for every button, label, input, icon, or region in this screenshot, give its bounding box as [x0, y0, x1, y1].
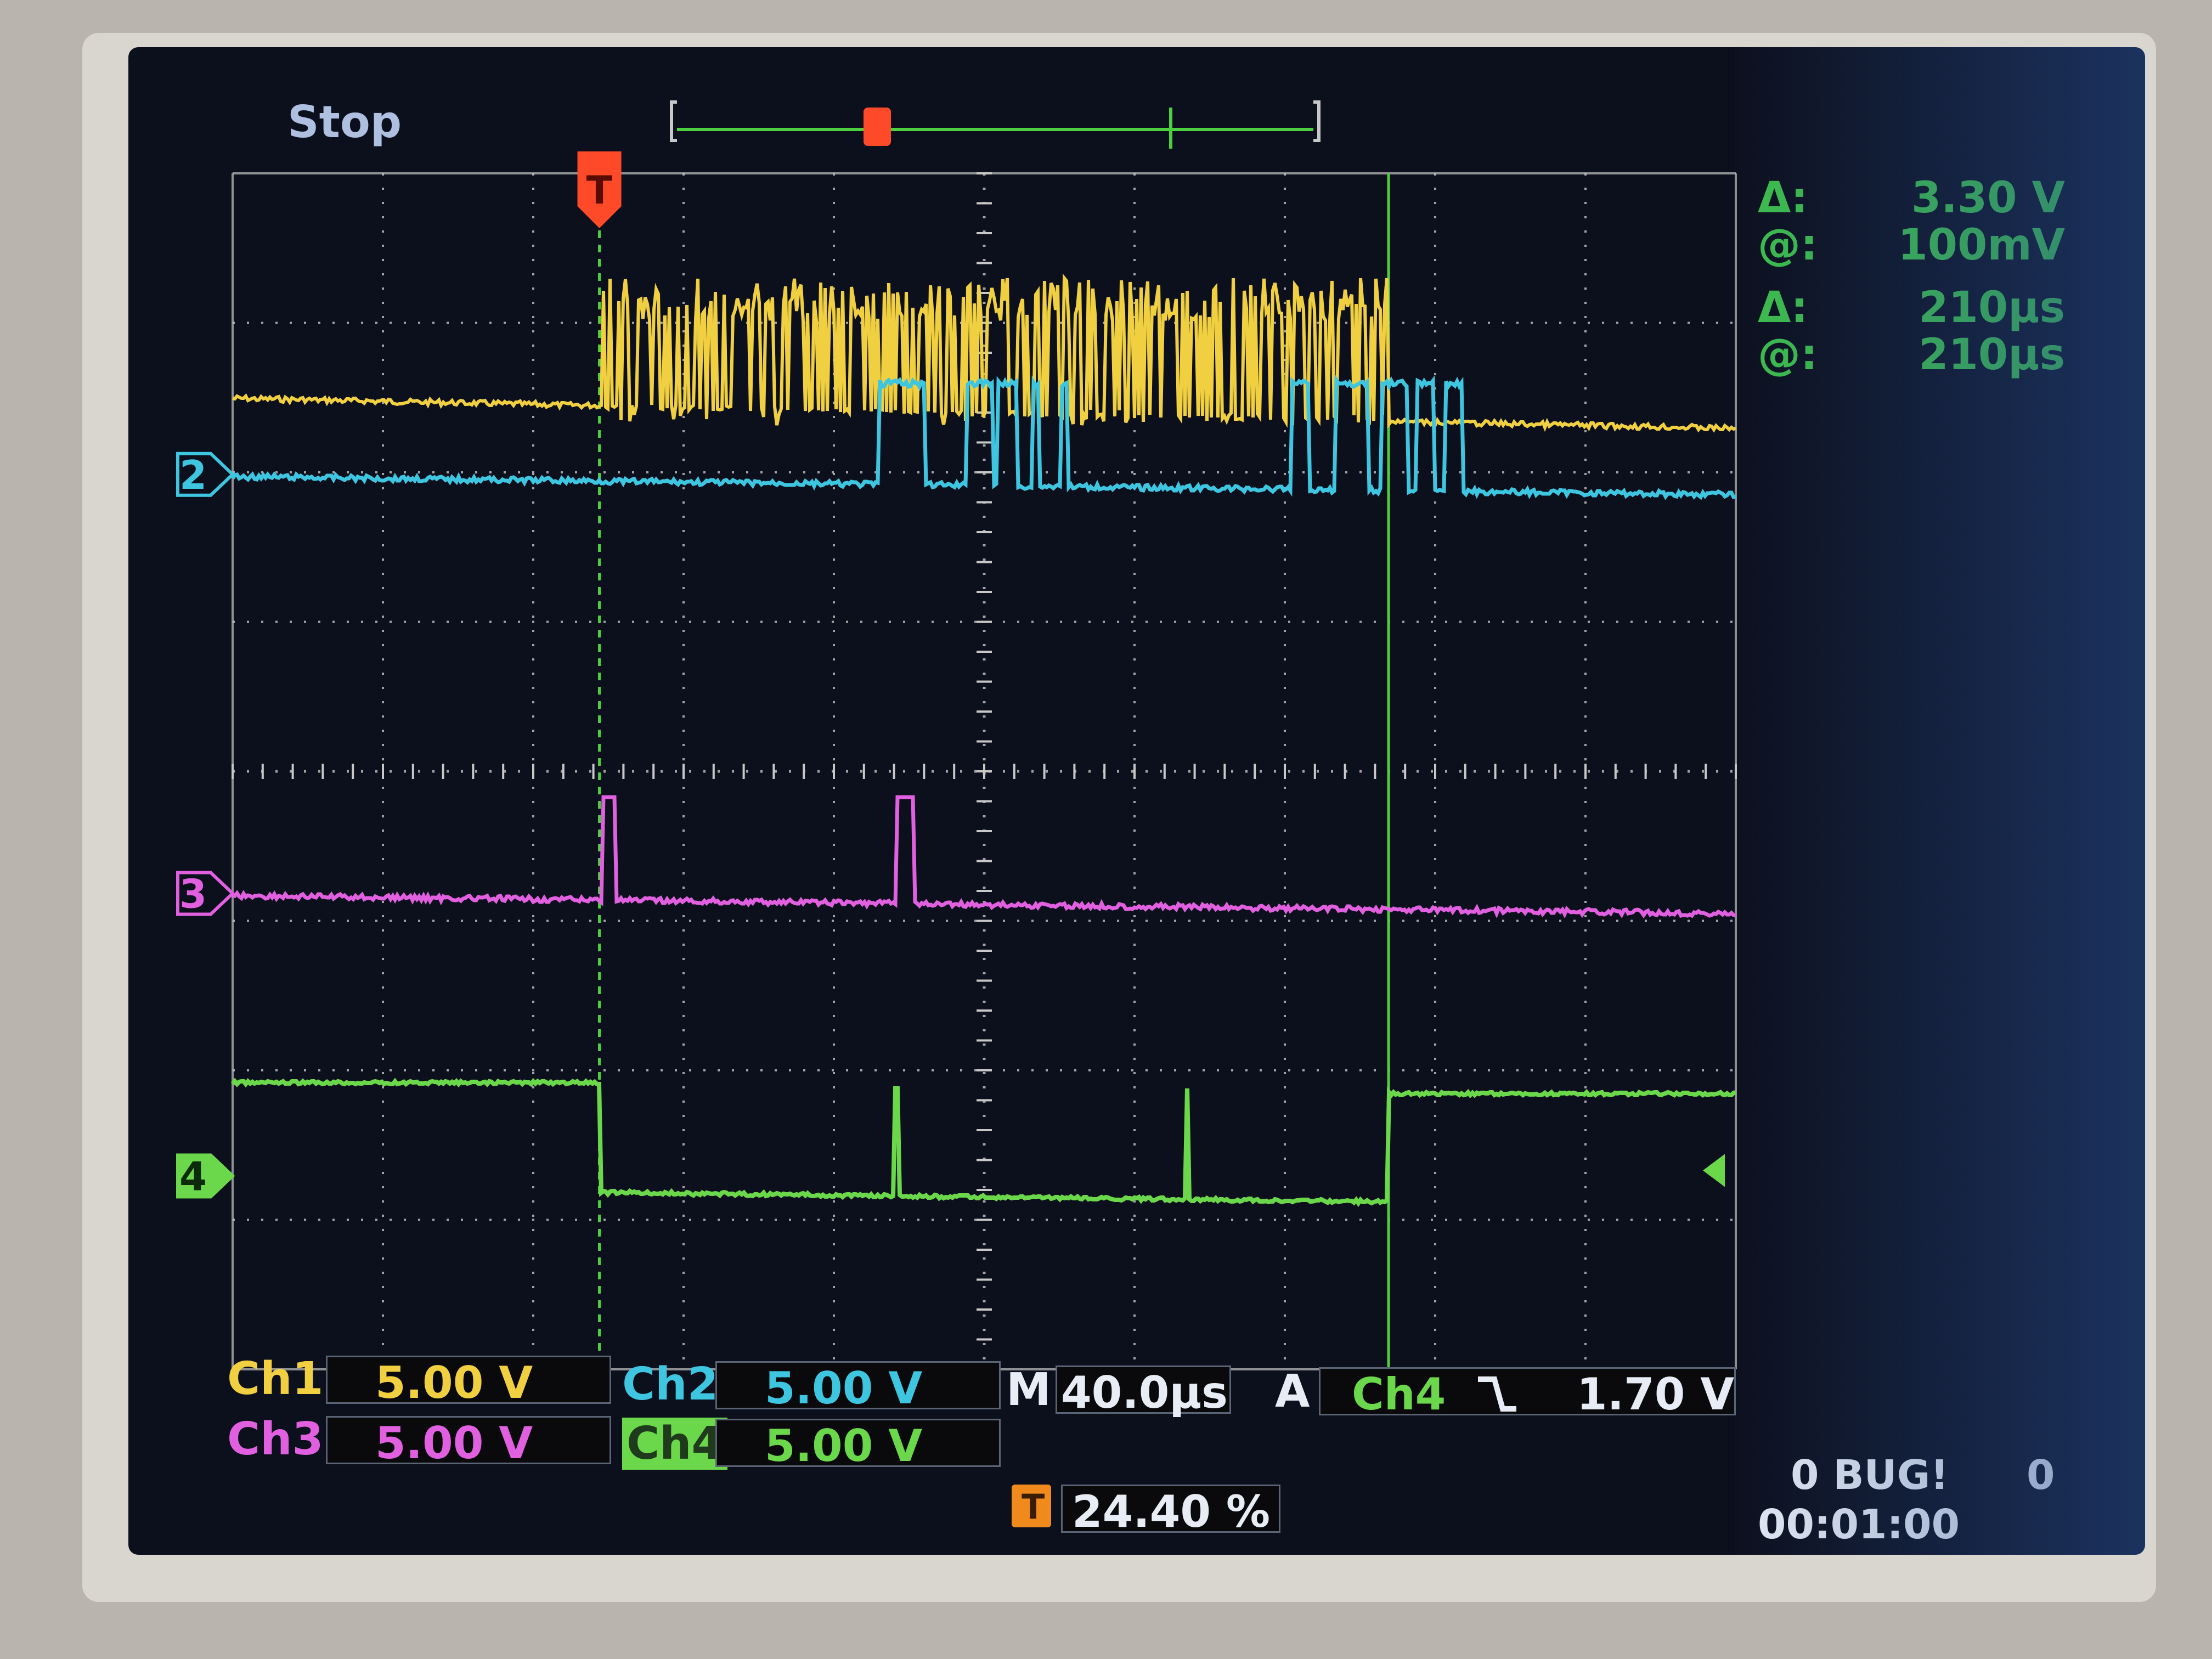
- delta-symbol: Δ:: [1758, 173, 1808, 223]
- oscilloscope-screen: Stop T234 Δ: 3.30 V @: 100mV Δ: 210µs @:…: [128, 47, 2145, 1555]
- counter-value: 0: [2027, 1452, 2055, 1499]
- ch2-label[interactable]: Ch2: [622, 1358, 719, 1410]
- falling-edge-icon: [1478, 1376, 1516, 1412]
- at-symbol: @:: [1758, 330, 1818, 380]
- at-symbol: @:: [1758, 221, 1818, 270]
- readout-row: @: 100mV: [1758, 221, 2065, 270]
- readout-row: Δ: 3.30 V: [1758, 173, 2065, 223]
- ch2-scale: 5.00 V: [765, 1363, 923, 1414]
- trigger-level-arrow: [1703, 1154, 1725, 1187]
- record-bar-trigger-icon: [864, 108, 891, 146]
- counter-label: 0 BUG!: [1791, 1452, 1949, 1499]
- timebase-label: M: [1006, 1364, 1051, 1416]
- at-voltage: 100mV: [1898, 221, 2065, 270]
- readout-row: Δ: 210µs: [1758, 283, 2065, 332]
- channel-marker-label: 4: [179, 1154, 207, 1200]
- readout-row: @: 210µs: [1758, 330, 2065, 380]
- ch3-scale: 5.00 V: [375, 1418, 533, 1469]
- ch3-trace: [232, 795, 1736, 919]
- ch3-label[interactable]: Ch3: [227, 1413, 324, 1465]
- trigger-position-value: 24.40 %: [1072, 1486, 1271, 1537]
- delta-symbol: Δ:: [1758, 283, 1808, 332]
- channel-marker-label: 3: [179, 871, 207, 917]
- ch1-scale: 5.00 V: [375, 1357, 533, 1408]
- trigger-position-icon: T: [1012, 1485, 1051, 1527]
- timebase-value[interactable]: 40.0µs: [1061, 1367, 1228, 1418]
- graticule: [232, 172, 1737, 1370]
- trigger-marker-label: T: [586, 168, 613, 213]
- channel-marker-label: 2: [179, 452, 207, 498]
- ch4-label[interactable]: Ch4: [622, 1418, 727, 1470]
- trigger-source[interactable]: Ch4: [1352, 1369, 1446, 1420]
- trigger-mode-label: A: [1275, 1365, 1310, 1418]
- delta-voltage: 3.30 V: [1911, 173, 2065, 223]
- record-bar-left-bracket: [670, 100, 677, 142]
- record-position-bar[interactable]: [670, 100, 1321, 149]
- ch4-scale: 5.00 V: [765, 1420, 923, 1471]
- record-bar-right-bracket: [1313, 100, 1321, 142]
- elapsed-time: 00:01:00: [1758, 1501, 1960, 1548]
- ch1-label[interactable]: Ch1: [227, 1353, 324, 1405]
- at-time: 210µs: [1918, 330, 2065, 380]
- trigger-level[interactable]: 1.70 V: [1577, 1369, 1734, 1420]
- delta-time: 210µs: [1918, 283, 2065, 332]
- cursor-readout: Δ: 3.30 V @: 100mV Δ: 210µs @: 210µs: [1758, 173, 2065, 380]
